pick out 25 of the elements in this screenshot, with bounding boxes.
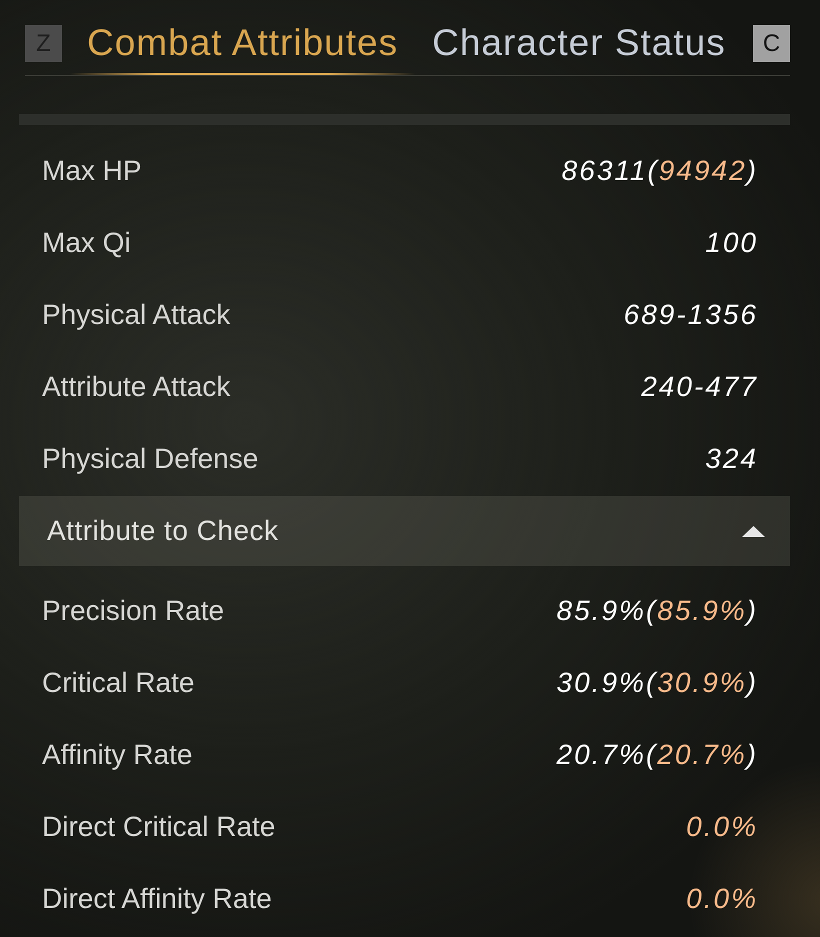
stat-value: 324 bbox=[705, 443, 758, 475]
stat-label: Affinity Rate bbox=[42, 739, 192, 771]
stat-label: Max Qi bbox=[42, 227, 131, 259]
stat-value: 0.0% bbox=[686, 883, 758, 915]
stat-value: 689-1356 bbox=[624, 299, 758, 331]
stat-value: 85.9%(85.9%) bbox=[556, 595, 758, 627]
section-header[interactable]: Attribute to Check bbox=[19, 496, 790, 566]
tab[interactable]: Character Status bbox=[415, 20, 743, 75]
stat-label: Physical Attack bbox=[42, 299, 230, 331]
stat-label: Critical Rate bbox=[42, 667, 194, 699]
stat-value: 0.0% bbox=[686, 811, 758, 843]
stat-value: 20.7%(20.7%) bbox=[556, 739, 758, 771]
stat-value: 240-477 bbox=[641, 371, 758, 403]
stat-value: 86311(94942) bbox=[562, 155, 758, 187]
stat-label: Precision Rate bbox=[42, 595, 224, 627]
stat-label: Direct Critical Rate bbox=[42, 811, 276, 843]
key-hint-button[interactable]: C bbox=[753, 25, 790, 62]
stat-value: 30.9%(30.9%) bbox=[556, 667, 758, 699]
stat-label: Physical Defense bbox=[42, 443, 258, 475]
stat-label: Direct Affinity Rate bbox=[42, 883, 272, 915]
section-title: Attribute to Check bbox=[47, 515, 279, 547]
stat-label: Attribute Attack bbox=[42, 371, 230, 403]
stat-value: 100 bbox=[705, 227, 758, 259]
stat-label: Max HP bbox=[42, 155, 142, 187]
caret-up-icon bbox=[742, 526, 765, 536]
